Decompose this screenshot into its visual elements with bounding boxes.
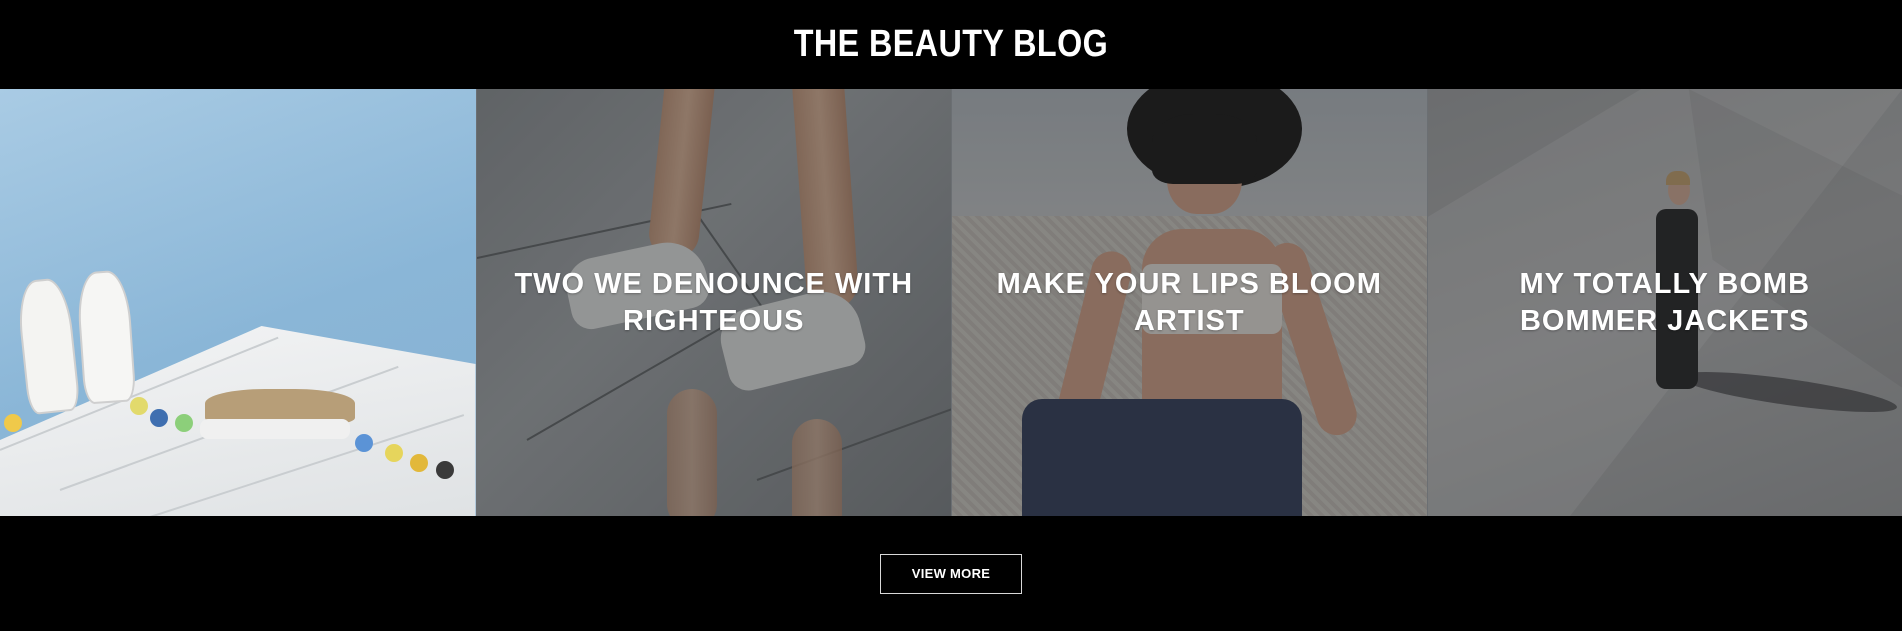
post-title: TWO WE DENOUNCE WITH RIGHTEOUS <box>514 267 914 337</box>
page-title: THE BEAUTY BLOG <box>793 23 1109 65</box>
blog-header: THE BEAUTY BLOG <box>0 0 1902 89</box>
view-more-button[interactable]: VIEW MORE <box>880 553 1022 594</box>
blog-post-card-1[interactable] <box>0 89 476 516</box>
post-title: MY TOTALLY BOMB BOMMER JACKETS <box>1519 267 1811 337</box>
blog-post-card-4[interactable]: MY TOTALLY BOMB BOMMER JACKETS <box>1426 89 1902 516</box>
blog-footer: VIEW MORE <box>0 516 1902 631</box>
post-title: MAKE YOUR LIPS BLOOM ARTIST <box>996 267 1382 337</box>
blog-post-card-2[interactable]: TWO WE DENOUNCE WITH RIGHTEOUS <box>475 89 951 516</box>
post-image-shoes <box>0 89 476 516</box>
blog-post-grid: TWO WE DENOUNCE WITH RIGHTEOUS MAKE YOUR… <box>0 89 1902 516</box>
blog-post-card-3[interactable]: MAKE YOUR LIPS BLOOM ARTIST <box>951 89 1427 516</box>
